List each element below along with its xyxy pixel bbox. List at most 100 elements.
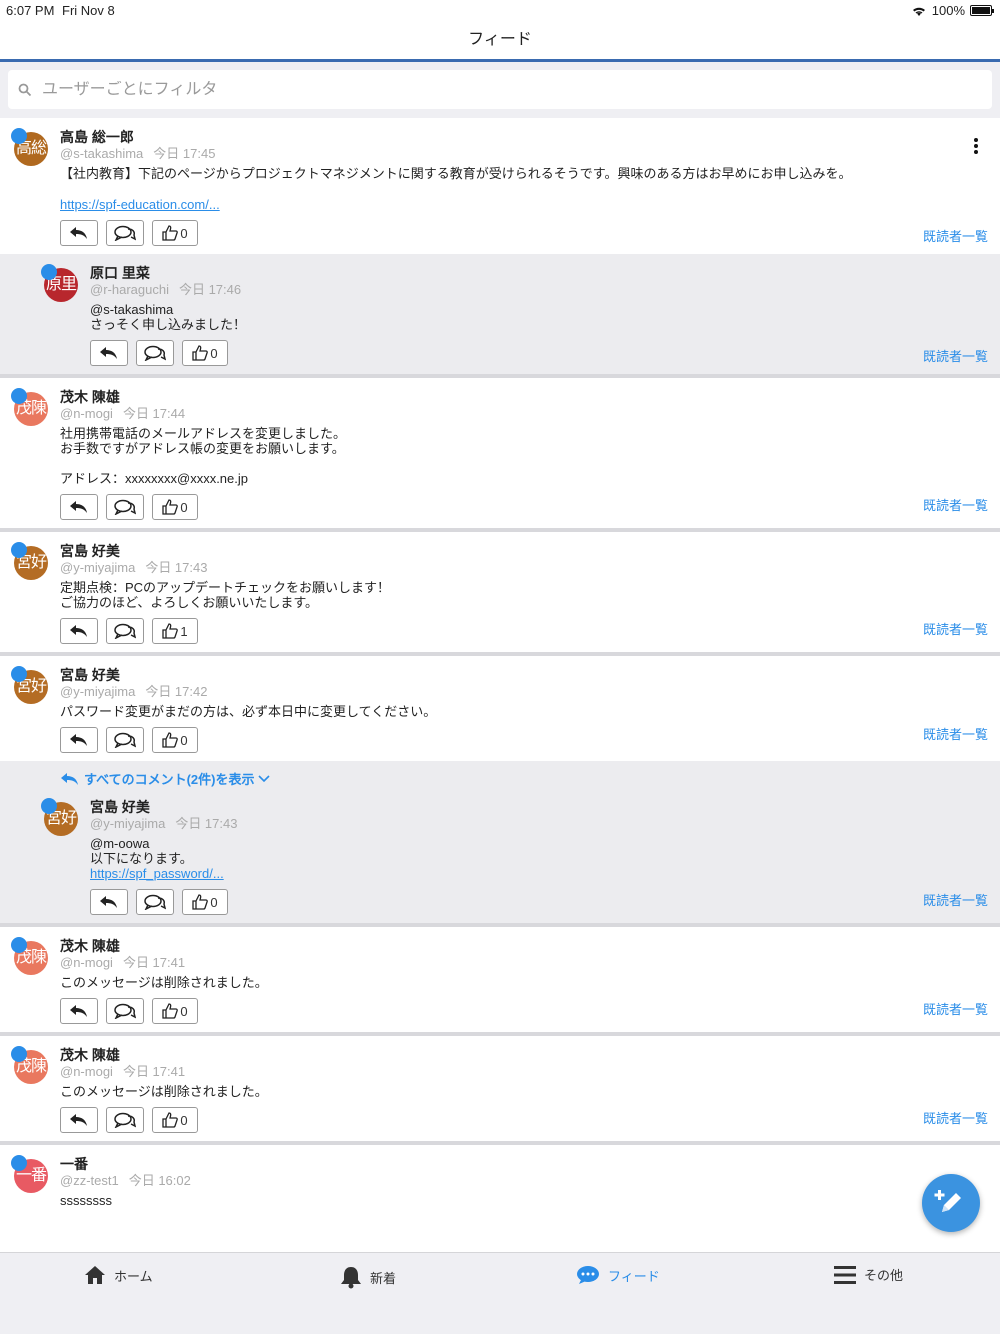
chat-bubbles-icon xyxy=(144,345,166,361)
unread-dot xyxy=(11,128,27,144)
search-input[interactable] xyxy=(42,80,942,99)
comment-author[interactable]: 原口 里菜 xyxy=(90,264,1000,282)
reply-button[interactable] xyxy=(60,494,98,520)
tab-new[interactable]: 新着 xyxy=(340,1265,396,1289)
readers-link[interactable]: 既読者一覧 xyxy=(923,999,988,1018)
reply-button[interactable] xyxy=(60,220,98,246)
post-author[interactable]: 茂木 陳雄 xyxy=(60,388,1000,406)
unread-dot xyxy=(11,666,27,682)
bell-icon xyxy=(341,1267,361,1289)
post-time: 今日 17:41 xyxy=(122,955,186,970)
post-time: 今日 16:02 xyxy=(128,1173,191,1188)
compose-button[interactable] xyxy=(922,1174,980,1232)
chat-icon xyxy=(577,1266,599,1284)
reply-button[interactable] xyxy=(60,618,98,644)
feed-post: 茂陳 茂木 陳雄 @n-mogi 今日 17:41 このメッセージは削除されました… xyxy=(0,927,1000,1036)
like-button[interactable]: 1 xyxy=(152,618,198,644)
feed-post: 一番 一番 @zz-test1 今日 16:02 ssssssss xyxy=(0,1145,1000,1208)
post-handle: @n-mogi xyxy=(60,1064,113,1079)
like-button[interactable]: 0 xyxy=(182,889,228,915)
chat-bubbles-icon xyxy=(144,894,166,910)
post-author[interactable]: 茂木 陳雄 xyxy=(60,1046,1000,1064)
chat-bubbles-icon xyxy=(114,225,136,241)
menu-icon xyxy=(834,1265,856,1284)
comment-button[interactable] xyxy=(136,340,174,366)
comment-button[interactable] xyxy=(136,889,174,915)
tab-home[interactable]: ホーム xyxy=(84,1265,153,1285)
readers-link[interactable]: 既読者一覧 xyxy=(923,724,988,743)
chat-bubbles-icon xyxy=(114,623,136,639)
thumbs-up-icon xyxy=(162,225,179,241)
post-time: 今日 17:44 xyxy=(122,406,186,421)
comment-author[interactable]: 宮島 好美 xyxy=(90,798,1000,816)
tab-feed[interactable]: フィード xyxy=(576,1265,660,1285)
more-menu-icon[interactable] xyxy=(974,138,980,156)
thumbs-up-icon xyxy=(162,1003,179,1019)
comment-time: 今日 17:43 xyxy=(175,816,238,831)
like-button[interactable]: 0 xyxy=(152,494,198,520)
post-text: 【社内教育】下記のページからプロジェクトマネジメントに関する教育が受けられるそう… xyxy=(60,166,852,181)
post-handle: @n-mogi xyxy=(60,406,113,421)
reply-button[interactable] xyxy=(60,998,98,1024)
like-count: 0 xyxy=(210,894,218,910)
reply-button[interactable] xyxy=(60,1107,98,1133)
post-author[interactable]: 宮島 好美 xyxy=(60,542,1000,560)
reply-button[interactable] xyxy=(60,727,98,753)
reply-icon xyxy=(61,772,78,785)
post-time: 今日 17:45 xyxy=(153,146,216,161)
like-button[interactable]: 0 xyxy=(152,727,198,753)
post-author[interactable]: 茂木 陳雄 xyxy=(60,937,1000,955)
reply-button[interactable] xyxy=(90,340,128,366)
comment-handle: @y-miyajima xyxy=(90,816,166,831)
like-button[interactable]: 0 xyxy=(152,998,198,1024)
feed-post: 茂陳 茂木 陳雄 @n-mogi 今日 17:41 このメッセージは削除されました… xyxy=(0,1036,1000,1145)
unread-dot xyxy=(41,798,57,814)
comment-button[interactable] xyxy=(106,618,144,644)
post-time: 今日 17:41 xyxy=(122,1064,186,1079)
post-text: このメッセージは削除されました。 xyxy=(60,1084,268,1099)
like-button[interactable]: 0 xyxy=(152,220,198,246)
post-text: 定期点検：PCのアップデートチェックをお願いします！ ご協力のほど、よろしくお願… xyxy=(60,580,391,610)
reply-button[interactable] xyxy=(90,889,128,915)
show-all-comments[interactable]: すべてのコメント(2件)を表示 xyxy=(0,761,1000,788)
tab-bar: ホーム 新着 フィード その他 xyxy=(0,1252,1000,1334)
readers-link[interactable]: 既読者一覧 xyxy=(923,226,988,245)
chevron-down-icon xyxy=(258,774,271,782)
like-count: 1 xyxy=(180,623,188,639)
status-bar: 6:07 PM Fri Nov 8 100% xyxy=(0,0,1000,22)
comment-text: @m-oowa 以下になります。 xyxy=(90,836,193,866)
wifi-icon xyxy=(912,7,925,16)
post-author[interactable]: 高島 総一郎 xyxy=(60,128,1000,146)
feed-post: 高総 高島 総一郎 @s-takashima 今日 17:45 【社内教育】下記の… xyxy=(0,118,1000,378)
post-time: 今日 17:43 xyxy=(145,560,208,575)
page-title: フィード xyxy=(468,31,532,48)
post-author[interactable]: 宮島 好美 xyxy=(60,666,1000,684)
like-button[interactable]: 0 xyxy=(152,1107,198,1133)
like-count: 0 xyxy=(180,499,188,515)
readers-link[interactable]: 既読者一覧 xyxy=(923,619,988,638)
search-box[interactable] xyxy=(8,70,992,109)
comment-button[interactable] xyxy=(106,494,144,520)
comment-button[interactable] xyxy=(106,727,144,753)
comment-link[interactable]: https://spf_password/... xyxy=(90,866,1000,881)
feed-list[interactable]: 高総 高島 総一郎 @s-takashima 今日 17:45 【社内教育】下記の… xyxy=(0,118,1000,1252)
readers-link[interactable]: 既読者一覧 xyxy=(923,495,988,514)
unread-dot xyxy=(11,937,27,953)
comment-button[interactable] xyxy=(106,998,144,1024)
like-count: 0 xyxy=(180,732,188,748)
post-link[interactable]: https://spf-education.com/... xyxy=(60,197,1000,212)
comment-button[interactable] xyxy=(106,1107,144,1133)
like-button[interactable]: 0 xyxy=(182,340,228,366)
tab-more[interactable]: その他 xyxy=(834,1265,903,1284)
like-count: 0 xyxy=(180,225,188,241)
comment-button[interactable] xyxy=(106,220,144,246)
post-author[interactable]: 一番 xyxy=(60,1155,1000,1173)
home-icon xyxy=(85,1266,105,1284)
readers-link[interactable]: 既読者一覧 xyxy=(923,346,988,365)
post-text: パスワード変更がまだの方は、必ず本日中に変更してください。 xyxy=(60,704,437,719)
readers-link[interactable]: 既読者一覧 xyxy=(923,1108,988,1127)
post-text: ssssssss xyxy=(60,1193,112,1208)
status-right: 100% xyxy=(911,3,994,18)
tab-new-label: 新着 xyxy=(370,1270,397,1286)
readers-link[interactable]: 既読者一覧 xyxy=(923,890,988,909)
